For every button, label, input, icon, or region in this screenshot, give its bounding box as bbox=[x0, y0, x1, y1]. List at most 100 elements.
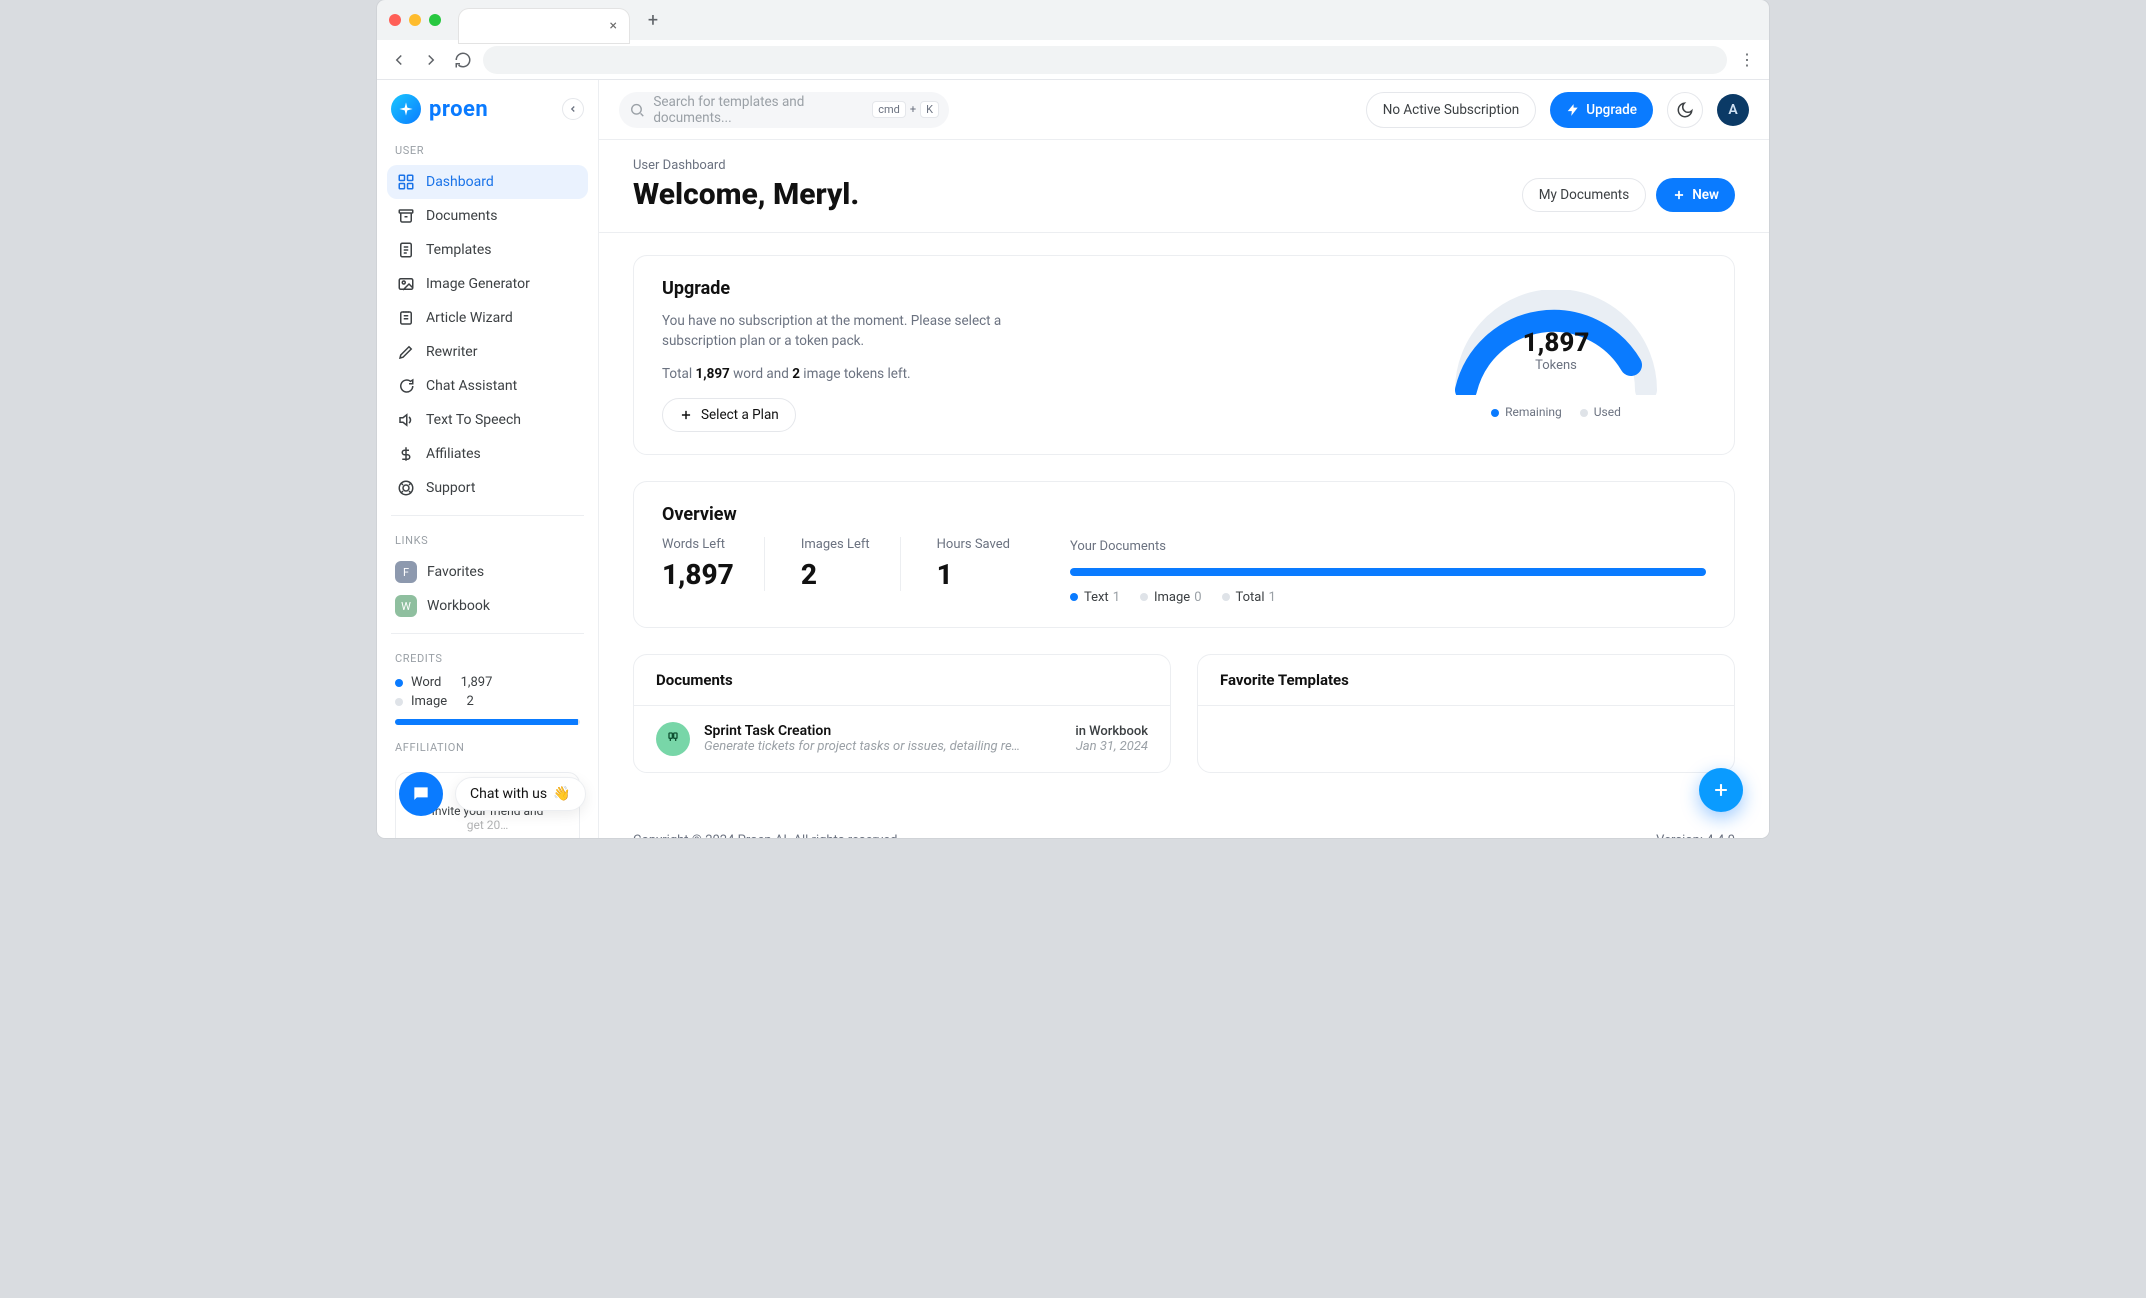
moon-icon bbox=[1676, 101, 1694, 119]
image-icon bbox=[397, 275, 415, 293]
sidebar-item-label: Rewriter bbox=[426, 344, 477, 360]
sidebar-item-support[interactable]: Support bbox=[387, 471, 588, 505]
sidebar-item-label: Article Wizard bbox=[426, 310, 513, 326]
new-button[interactable]: New bbox=[1656, 178, 1735, 212]
credit-progress bbox=[395, 719, 580, 725]
documents-card: Documents Sprint Task Creation Generate … bbox=[633, 654, 1171, 773]
document-title: Sprint Task Creation bbox=[704, 723, 1061, 739]
stat-images-left: Images Left 2 bbox=[801, 537, 901, 591]
plus-icon bbox=[1711, 780, 1731, 800]
sidebar-item-article-wizard[interactable]: Article Wizard bbox=[387, 301, 588, 335]
sidebar-item-label: Chat Assistant bbox=[426, 378, 517, 394]
back-icon[interactable] bbox=[387, 48, 411, 72]
browser-toolbar: ⋮ bbox=[377, 40, 1769, 80]
sidebar-heading-credits: CREDITS bbox=[387, 644, 588, 673]
my-documents-button[interactable]: My Documents bbox=[1522, 178, 1646, 212]
gauge-label: Tokens bbox=[1451, 358, 1661, 373]
chat-fab[interactable] bbox=[399, 772, 443, 816]
avatar[interactable]: A bbox=[1717, 94, 1749, 126]
plus-icon bbox=[1672, 188, 1686, 202]
credit-image: Image 2 bbox=[387, 692, 588, 711]
overview-card: Overview Words Left 1,897 Images Left 2 bbox=[633, 481, 1735, 628]
footer: Copyright © 2024 Proen AI. All rights re… bbox=[599, 833, 1769, 839]
dot-blue-icon bbox=[395, 679, 403, 687]
file-text-icon bbox=[397, 241, 415, 259]
document-row[interactable]: Sprint Task Creation Generate tickets fo… bbox=[634, 706, 1170, 772]
dollar-icon bbox=[397, 445, 415, 463]
breadcrumb: User Dashboard bbox=[633, 158, 859, 173]
close-tab-icon[interactable]: × bbox=[610, 18, 617, 34]
sidebar-item-affiliates[interactable]: Affiliates bbox=[387, 437, 588, 471]
search-shortcut: cmd + K bbox=[872, 101, 939, 118]
search-placeholder: Search for templates and documents... bbox=[653, 94, 864, 126]
search-input[interactable]: Search for templates and documents... cm… bbox=[619, 92, 949, 128]
sidebar-item-image-generator[interactable]: Image Generator bbox=[387, 267, 588, 301]
credit-word-label: Word bbox=[411, 675, 441, 690]
reload-icon[interactable] bbox=[451, 48, 475, 72]
sidebar-item-chat-assistant[interactable]: Chat Assistant bbox=[387, 369, 588, 403]
new-tab-button[interactable]: + bbox=[639, 6, 667, 34]
sidebar-link-label: Favorites bbox=[427, 564, 484, 580]
window-controls bbox=[389, 14, 441, 26]
sidebar-item-tts[interactable]: Text To Speech bbox=[387, 403, 588, 437]
dot-grey-icon bbox=[1222, 593, 1230, 601]
token-gauge: 1,897 Tokens Remaining Used bbox=[1406, 278, 1706, 432]
subscription-status[interactable]: No Active Subscription bbox=[1366, 92, 1537, 128]
page-header: User Dashboard Welcome, Meryl. My Docume… bbox=[599, 140, 1769, 233]
app-root: proen USER Dashboard Documents bbox=[377, 80, 1769, 838]
sidebar-item-rewriter[interactable]: Rewriter bbox=[387, 335, 588, 369]
browser-tab[interactable]: × bbox=[459, 9, 629, 43]
brand[interactable]: proen bbox=[391, 94, 488, 124]
chat-bubble-icon bbox=[411, 784, 431, 804]
sidebar-item-label: Support bbox=[426, 480, 475, 496]
chat-label: Chat with us bbox=[470, 786, 547, 802]
sidebar-heading-links: LINKS bbox=[387, 526, 588, 555]
upgrade-label: Upgrade bbox=[1586, 102, 1637, 118]
token-summary: Total 1,897 word and 2 image tokens left… bbox=[662, 366, 1376, 382]
upgrade-subtitle: You have no subscription at the moment. … bbox=[662, 311, 1042, 352]
sidebar-item-label: Affiliates bbox=[426, 446, 481, 462]
plus-icon bbox=[679, 408, 693, 422]
stat-words-left: Words Left 1,897 bbox=[662, 537, 765, 591]
lifebuoy-icon bbox=[397, 479, 415, 497]
maximize-window-icon[interactable] bbox=[429, 14, 441, 26]
forward-icon[interactable] bbox=[419, 48, 443, 72]
sidebar-link-workbook[interactable]: W Workbook bbox=[387, 589, 588, 623]
sidebar-item-templates[interactable]: Templates bbox=[387, 233, 588, 267]
minimize-window-icon[interactable] bbox=[409, 14, 421, 26]
dot-grey-icon bbox=[1140, 593, 1148, 601]
sidebar-item-documents[interactable]: Documents bbox=[387, 199, 588, 233]
upgrade-title: Upgrade bbox=[662, 278, 1376, 299]
chat-pill[interactable]: Chat with us 👋 bbox=[455, 777, 586, 811]
sidebar: proen USER Dashboard Documents bbox=[377, 80, 599, 838]
sidebar-item-label: Text To Speech bbox=[426, 412, 521, 428]
sidebar-heading-user: USER bbox=[387, 136, 588, 165]
sidebar-link-favorites[interactable]: F Favorites bbox=[387, 555, 588, 589]
favorite-templates-title: Favorite Templates bbox=[1198, 655, 1734, 706]
archive-icon bbox=[397, 207, 415, 225]
dot-blue-icon bbox=[1491, 409, 1499, 417]
sidebar-item-dashboard[interactable]: Dashboard bbox=[387, 165, 588, 199]
notepad-icon bbox=[397, 309, 415, 327]
upgrade-button[interactable]: Upgrade bbox=[1550, 92, 1653, 128]
document-type-icon bbox=[656, 722, 690, 756]
theme-toggle[interactable] bbox=[1667, 92, 1703, 128]
gauge-legend: Remaining Used bbox=[1491, 405, 1621, 419]
speaker-icon bbox=[397, 411, 415, 429]
select-plan-button[interactable]: Select a Plan bbox=[662, 398, 796, 432]
upgrade-card: Upgrade You have no subscription at the … bbox=[633, 255, 1735, 455]
documents-card-title: Documents bbox=[634, 655, 1170, 706]
chat-widget: Chat with us 👋 bbox=[399, 772, 586, 816]
document-desc: Generate tickets for project tasks or is… bbox=[704, 739, 1024, 754]
credit-image-value: 2 bbox=[466, 694, 473, 709]
browser-window: × + ⋮ proen bbox=[377, 0, 1769, 838]
main: Search for templates and documents... cm… bbox=[599, 80, 1769, 838]
sidebar-link-label: Workbook bbox=[427, 598, 490, 614]
sidebar-collapse-button[interactable] bbox=[562, 98, 584, 120]
page-title: Welcome, Meryl. bbox=[633, 177, 859, 212]
close-window-icon[interactable] bbox=[389, 14, 401, 26]
address-bar[interactable] bbox=[483, 46, 1727, 74]
create-fab[interactable] bbox=[1699, 768, 1743, 812]
grid-icon bbox=[397, 173, 415, 191]
browser-menu-icon[interactable]: ⋮ bbox=[1735, 50, 1759, 69]
